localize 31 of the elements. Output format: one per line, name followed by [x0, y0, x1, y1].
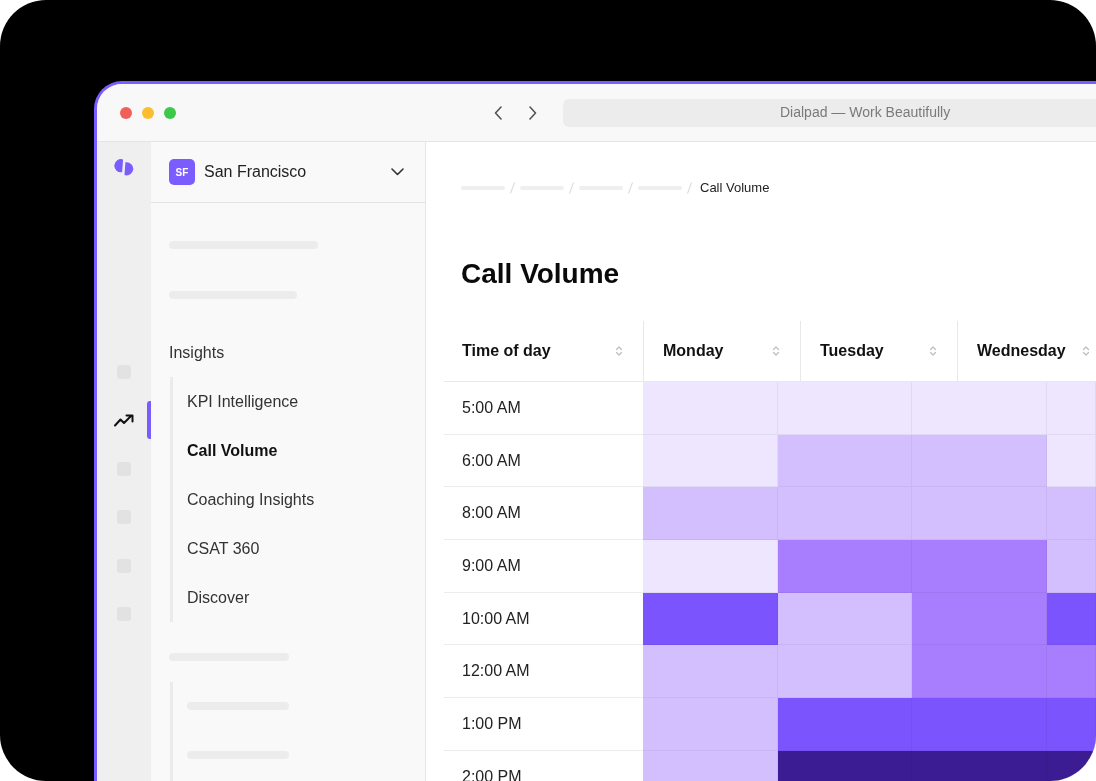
section-title: Insights: [169, 343, 225, 363]
nav-item[interactable]: Coaching Insights: [173, 475, 321, 524]
trending-up-icon[interactable]: [113, 414, 135, 428]
separator-icon: [569, 182, 574, 194]
address-bar[interactable]: Dialpad — Work Beautifully: [563, 98, 1096, 127]
separator-icon: [510, 182, 515, 194]
column-header[interactable]: Wednesday: [957, 321, 1096, 381]
logo-icon[interactable]: [113, 159, 135, 176]
maximize-icon[interactable]: [164, 106, 176, 119]
nav-item[interactable]: Call Volume: [173, 426, 284, 475]
breadcrumb-current: Call Volume: [700, 179, 770, 198]
nav-item[interactable]: KPI Intelligence: [173, 377, 305, 426]
separator-icon: [687, 182, 692, 194]
chevron-down-icon: [391, 168, 404, 176]
separator-icon: [628, 182, 633, 194]
nav-item[interactable]: CSAT 360: [173, 524, 266, 573]
sort-icon: [1082, 345, 1090, 357]
nav-item[interactable]: Discover: [173, 573, 256, 622]
page-title: Call Volume: [461, 257, 620, 291]
column-header[interactable]: Time of day: [444, 321, 643, 381]
back-icon[interactable]: [494, 105, 502, 120]
sort-icon: [615, 345, 623, 357]
close-icon[interactable]: [120, 106, 132, 119]
sort-icon: [929, 345, 937, 357]
column-header[interactable]: Monday: [643, 321, 800, 381]
minimize-icon[interactable]: [142, 106, 154, 119]
workspace-switcher[interactable]: SF San Francisco: [151, 142, 425, 203]
workspace-initials: SF: [169, 159, 195, 185]
forward-icon[interactable]: [529, 105, 537, 120]
sort-icon: [772, 345, 780, 357]
column-header[interactable]: Tuesday: [800, 321, 957, 381]
